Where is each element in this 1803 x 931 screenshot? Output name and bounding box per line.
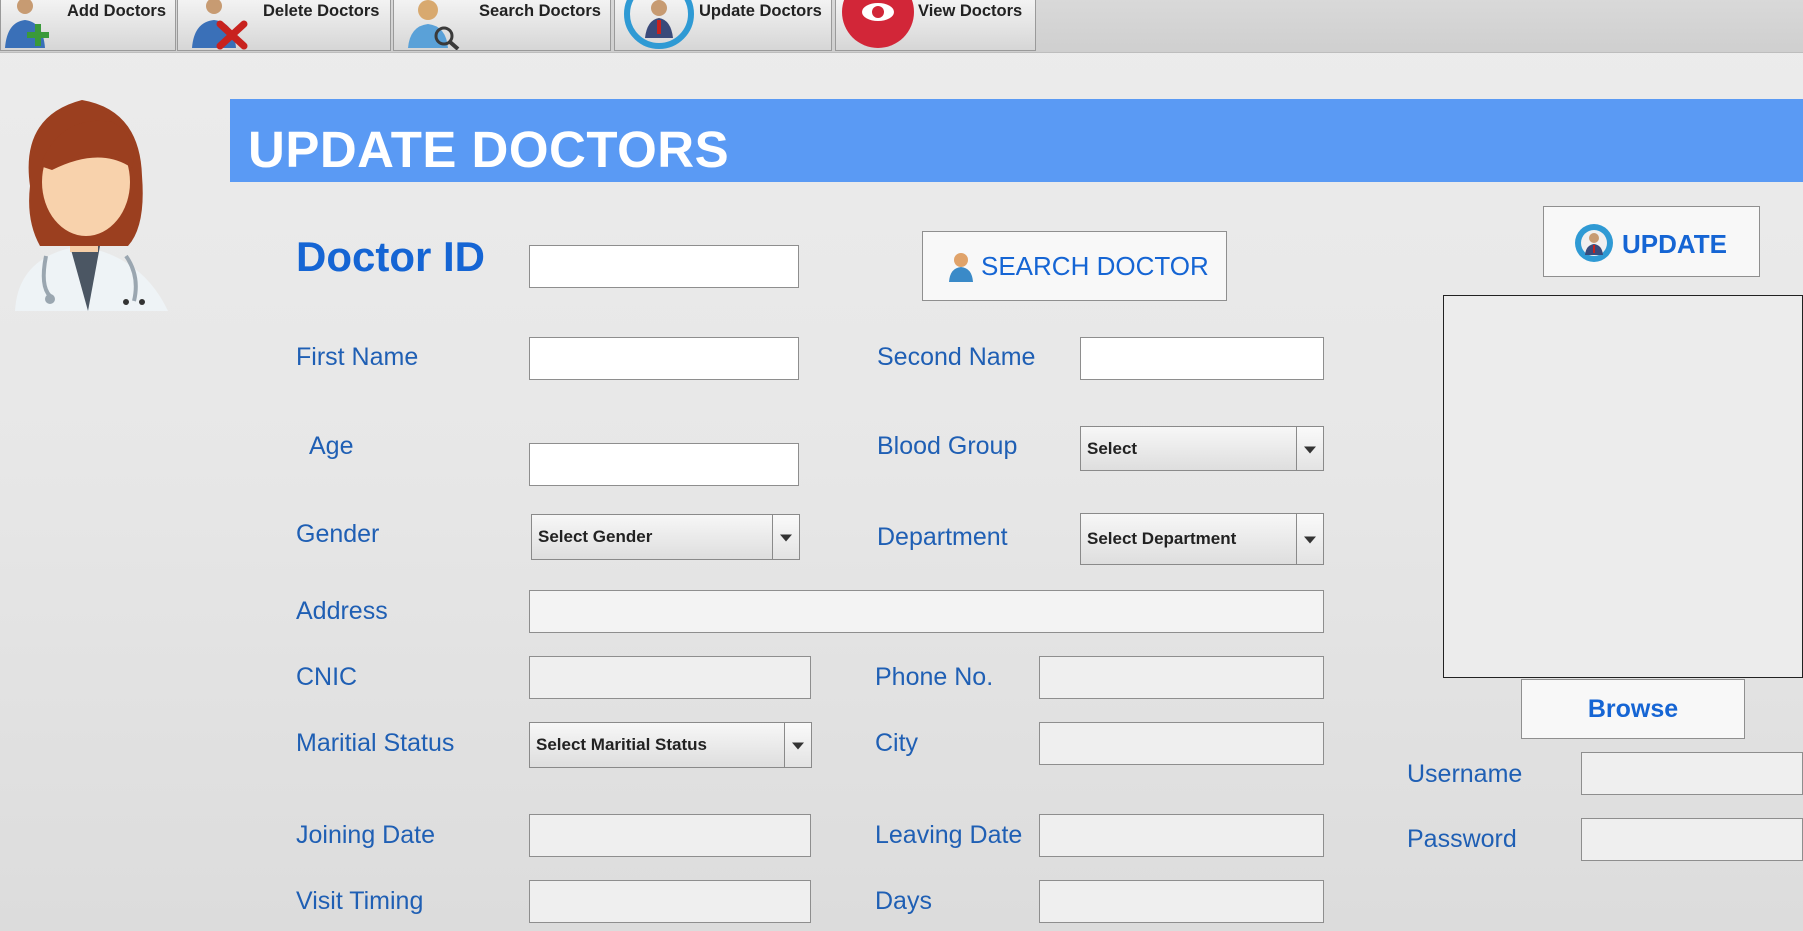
- cnic-input[interactable]: [529, 656, 811, 699]
- update-icon: [1575, 224, 1613, 262]
- marital-status-value: Select Maritial Status: [536, 735, 708, 754]
- department-value: Select Department: [1087, 529, 1237, 548]
- department-select[interactable]: Select Department: [1080, 513, 1324, 565]
- update-doctors-label: Update Doctors: [699, 2, 822, 20]
- second-name-input[interactable]: [1080, 337, 1324, 380]
- eye-icon: [842, 0, 914, 48]
- gender-label: Gender: [296, 520, 380, 548]
- first-name-input[interactable]: [529, 337, 799, 380]
- search-doctor-icon: [408, 0, 460, 50]
- password-input[interactable]: [1581, 818, 1803, 861]
- marital-status-label: Maritial Status: [296, 729, 455, 757]
- add-doctors-label: Add Doctors: [67, 2, 166, 20]
- marital-status-select[interactable]: Select Maritial Status: [529, 722, 812, 768]
- update-doctor-icon: [624, 0, 694, 49]
- chevron-down-icon[interactable]: [784, 723, 811, 767]
- joining-date-label: Joining Date: [296, 821, 435, 849]
- gender-value: Select Gender: [538, 527, 653, 546]
- doctor-avatar: [15, 100, 168, 311]
- search-doctors-label: Search Doctors: [479, 2, 601, 20]
- chevron-down-icon[interactable]: [772, 515, 799, 559]
- blood-group-value: Select: [1087, 438, 1138, 458]
- city-label: City: [875, 729, 919, 757]
- delete-doctors-button[interactable]: Delete Doctors: [177, 0, 391, 51]
- phone-label: Phone No.: [875, 663, 994, 691]
- username-label: Username: [1407, 760, 1523, 788]
- delete-doctors-label: Delete Doctors: [263, 2, 380, 20]
- joining-date-input[interactable]: [529, 814, 811, 857]
- gender-select[interactable]: Select Gender: [531, 514, 800, 560]
- cnic-label: CNIC: [296, 663, 358, 691]
- view-doctors-label: View Doctors: [918, 2, 1023, 20]
- visit-timing-label: Visit Timing: [296, 887, 424, 915]
- chevron-down-icon[interactable]: [1296, 514, 1323, 564]
- toolbar: Add Doctors Delete Doctors Search Doctor…: [0, 0, 1803, 53]
- blood-group-select[interactable]: Select: [1080, 426, 1324, 471]
- leaving-date-label: Leaving Date: [875, 821, 1023, 849]
- phone-input[interactable]: [1039, 656, 1324, 699]
- browse-button[interactable]: Browse: [1521, 679, 1745, 739]
- days-input[interactable]: [1039, 880, 1324, 923]
- search-doctor-label: SEARCH DOCTOR: [981, 251, 1209, 281]
- second-name-label: Second Name: [877, 343, 1036, 371]
- department-label: Department: [877, 523, 1008, 551]
- blood-group-label: Blood Group: [877, 432, 1018, 460]
- address-input[interactable]: [529, 590, 1324, 633]
- delete-doctor-icon: [192, 0, 248, 50]
- update-label: UPDATE: [1622, 229, 1727, 259]
- leaving-date-input[interactable]: [1039, 814, 1324, 857]
- username-input[interactable]: [1581, 752, 1803, 795]
- search-doctor-button[interactable]: SEARCH DOCTOR: [922, 231, 1227, 301]
- search-doctors-button[interactable]: Search Doctors: [393, 0, 611, 51]
- age-label: Age: [309, 432, 354, 460]
- doctor-icon: [949, 253, 973, 282]
- doctor-id-input[interactable]: [529, 245, 799, 288]
- city-input[interactable]: [1039, 722, 1324, 765]
- page-title: UPDATE DOCTORS: [248, 121, 730, 178]
- photo-preview: [1443, 295, 1803, 678]
- update-button[interactable]: UPDATE: [1543, 206, 1760, 277]
- update-doctors-button[interactable]: Update Doctors: [614, 0, 832, 51]
- address-label: Address: [296, 597, 388, 625]
- add-doctors-button[interactable]: Add Doctors: [0, 0, 176, 51]
- doctor-id-label: Doctor ID: [296, 233, 485, 280]
- age-input[interactable]: [529, 443, 799, 486]
- add-doctor-icon: [5, 0, 49, 48]
- days-label: Days: [875, 887, 932, 915]
- first-name-label: First Name: [296, 343, 419, 371]
- visit-timing-input[interactable]: [529, 880, 811, 923]
- chevron-down-icon[interactable]: [1296, 427, 1323, 470]
- view-doctors-button[interactable]: View Doctors: [835, 0, 1036, 51]
- password-label: Password: [1407, 825, 1517, 853]
